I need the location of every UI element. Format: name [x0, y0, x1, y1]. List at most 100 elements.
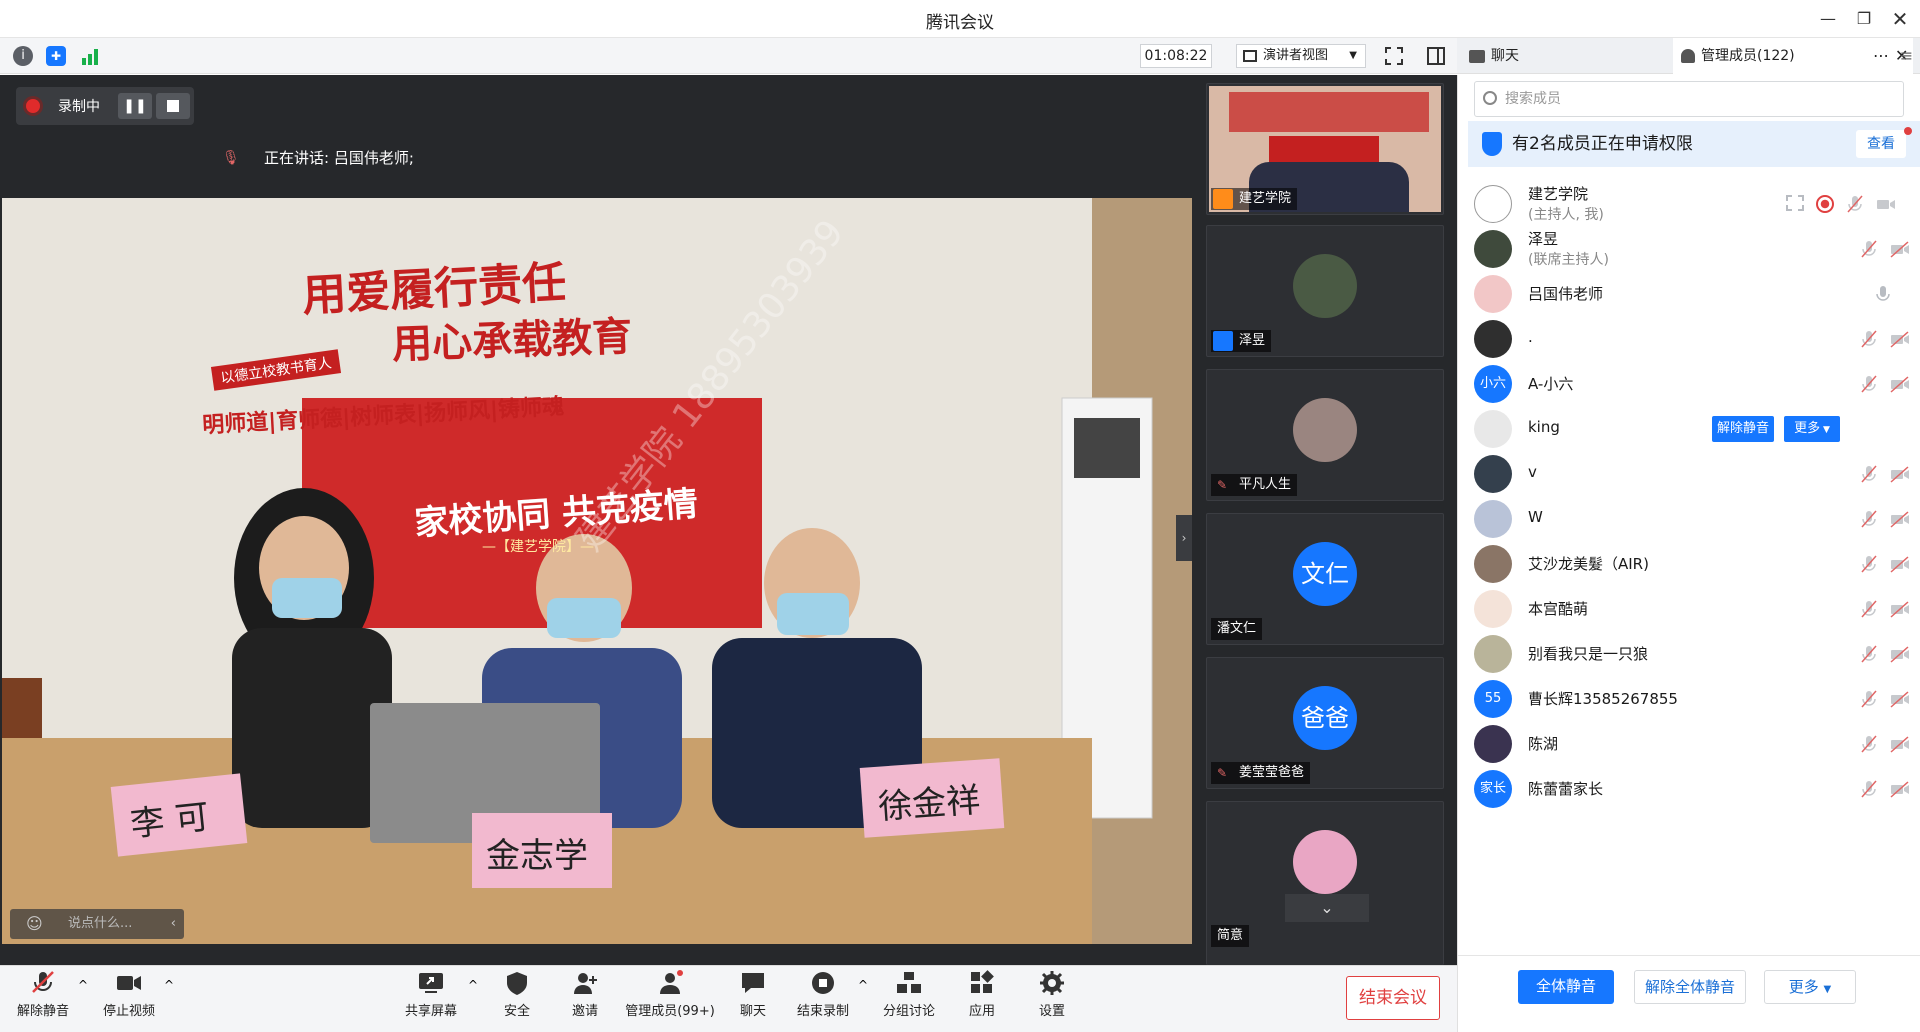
member-unmute-button[interactable]: 解除静音 [1712, 416, 1774, 442]
member-row[interactable]: 家长 陈蕾蕾家长 [1474, 762, 1914, 816]
more-icon[interactable]: ⋯ [1873, 38, 1889, 74]
mic-muted-icon[interactable] [1860, 690, 1878, 708]
member-search-input[interactable]: 搜索成员 [1474, 81, 1904, 117]
mic-icon[interactable] [1876, 285, 1894, 303]
restore-icon[interactable]: ❐ [1849, 6, 1879, 32]
share-screen-button[interactable]: 共享屏幕 [402, 970, 460, 1019]
chat-quick-input[interactable]: ☺ 说点什么... ‹ [10, 909, 184, 939]
thumbnail-name: 潘文仁 [1211, 618, 1263, 640]
more-actions-button[interactable]: 更多 ▼ [1764, 970, 1856, 1004]
video-options-chevron-icon[interactable]: ^ [164, 978, 174, 992]
unmute-label: 解除静音 [16, 1004, 69, 1019]
mic-muted-icon[interactable] [1860, 645, 1878, 663]
mic-muted-icon[interactable] [1846, 195, 1864, 213]
info-icon[interactable]: i [13, 46, 33, 66]
share-options-chevron-icon[interactable]: ^ [468, 978, 478, 992]
camera-off-icon[interactable] [1890, 645, 1910, 663]
member-more-button[interactable]: 更多 ▼ [1784, 416, 1840, 442]
settings-button[interactable]: 设置 [1032, 970, 1072, 1019]
mic-muted-icon[interactable] [1860, 465, 1878, 483]
sidebar-toggle-icon[interactable] [1426, 46, 1446, 66]
scroll-down-button[interactable]: ⌄ [1285, 894, 1369, 922]
member-name: 本宫酷萌 [1528, 600, 1589, 618]
record-options-chevron-icon[interactable]: ^ [858, 978, 868, 992]
pause-record-button[interactable]: ❚❚ [118, 93, 152, 119]
more-actions-label: 更多 [1788, 978, 1819, 996]
thumbnail-tile[interactable]: ⌄ 简意 [1206, 801, 1444, 965]
mute-all-button[interactable]: 全体静音 [1518, 970, 1614, 1004]
close-icon[interactable]: ✕ [1885, 6, 1915, 32]
window-title: 腾讯会议 [926, 13, 994, 33]
recording-label: 录制中 [58, 99, 100, 115]
camera-off-icon[interactable] [1890, 330, 1910, 348]
thumbnail-tile[interactable]: 爸爸 ✎ 姜莹莹爸爸 [1206, 657, 1444, 789]
camera-off-icon[interactable] [1890, 600, 1910, 618]
minimize-icon[interactable]: — [1813, 6, 1843, 32]
thumbnail-tile[interactable]: ✎ 平凡人生 [1206, 369, 1444, 501]
stop-record-button[interactable] [156, 93, 190, 119]
member-name: 别看我只是一只狼 [1528, 645, 1649, 663]
thumbnail-avatar [1293, 830, 1357, 894]
screen-share-icon[interactable] [1786, 195, 1804, 211]
mic-muted-icon[interactable] [1860, 510, 1878, 528]
meeting-toolbar: i ✚ 01:08:22 演讲者视图 ▼ [0, 38, 1457, 74]
tab-chat[interactable]: 聊天 [1463, 38, 1673, 74]
member-name: 陈湖 [1528, 735, 1559, 753]
mic-muted-icon[interactable] [1860, 600, 1878, 618]
record-dot-icon [26, 99, 40, 113]
thumbnail-tile[interactable]: 文仁 潘文仁 [1206, 513, 1444, 645]
avatar [1474, 275, 1512, 313]
apps-button[interactable]: 应用 [962, 970, 1002, 1019]
shield-icon[interactable]: ✚ [46, 46, 66, 66]
chat-label: 聊天 [739, 1004, 766, 1019]
panel-tabs: 聊天 管理成员(122) ⋯ ✕ ≡ [1457, 38, 1920, 74]
fullscreen-icon[interactable] [1384, 46, 1404, 66]
camera-off-icon[interactable] [1890, 240, 1910, 258]
camera-off-icon[interactable] [1890, 510, 1910, 528]
thumbnail-tile[interactable]: 建艺学院 [1206, 83, 1444, 215]
mic-muted-icon[interactable] [1860, 240, 1878, 258]
end-record-button[interactable]: 结束录制 [794, 970, 852, 1019]
stop-video-button[interactable]: 停止视频 [100, 970, 158, 1019]
mic-muted-icon[interactable] [1860, 375, 1878, 393]
camera-off-icon[interactable] [1890, 375, 1910, 393]
view-mode-select[interactable]: 演讲者视图 ▼ [1236, 44, 1366, 68]
signal-icon[interactable] [80, 46, 100, 66]
breakout-button[interactable]: 分组讨论 [880, 970, 938, 1019]
share-screen-label: 共享屏幕 [404, 1004, 457, 1019]
audio-options-chevron-icon[interactable]: ^ [78, 978, 88, 992]
menu-icon[interactable]: ≡ [1893, 38, 1920, 74]
security-label: 安全 [503, 1004, 530, 1019]
thumbnail-tile[interactable]: 泽昱 [1206, 225, 1444, 357]
end-meeting-button[interactable]: 结束会议 [1346, 976, 1440, 1020]
thumbnail-name-text: 平凡人生 [1239, 477, 1292, 492]
security-button[interactable]: 安全 [492, 970, 542, 1019]
collapse-thumbs-button[interactable]: › [1176, 515, 1192, 561]
chevron-left-icon[interactable]: ‹ [171, 909, 176, 939]
member-name: 建艺学院 [1528, 185, 1589, 203]
thumb-banner [1229, 92, 1429, 132]
mic-muted-icon[interactable] [1860, 780, 1878, 798]
thumbnail-name: ✎ 平凡人生 [1211, 474, 1298, 496]
mic-muted-icon[interactable] [1860, 735, 1878, 753]
camera-off-icon[interactable] [1876, 195, 1896, 213]
chat-button[interactable]: 聊天 [730, 970, 776, 1019]
camera-off-icon[interactable] [1890, 735, 1910, 753]
mic-muted-icon[interactable] [1860, 330, 1878, 348]
view-requests-button[interactable]: 查看 [1856, 130, 1906, 158]
camera-off-icon[interactable] [1890, 780, 1910, 798]
tab-members[interactable]: 管理成员(122) ⋯ ✕ [1673, 38, 1913, 74]
chevron-down-icon: ▼ [1820, 425, 1830, 435]
invite-label: 邀请 [571, 1004, 598, 1019]
camera-off-icon[interactable] [1890, 465, 1910, 483]
invite-button[interactable]: 邀请 [560, 970, 610, 1019]
unmute-all-button[interactable]: 解除全体静音 [1634, 970, 1746, 1004]
camera-off-icon[interactable] [1890, 690, 1910, 708]
thumbnail-name: 建艺学院 [1211, 188, 1298, 210]
emoji-icon[interactable]: ☺ [26, 909, 43, 939]
manage-members-button[interactable]: 管理成员(99+) [622, 970, 718, 1019]
camera-off-icon[interactable] [1890, 555, 1910, 573]
unmute-button[interactable]: 解除静音 [14, 970, 72, 1019]
avatar: 家长 [1474, 770, 1512, 808]
mic-muted-icon[interactable] [1860, 555, 1878, 573]
